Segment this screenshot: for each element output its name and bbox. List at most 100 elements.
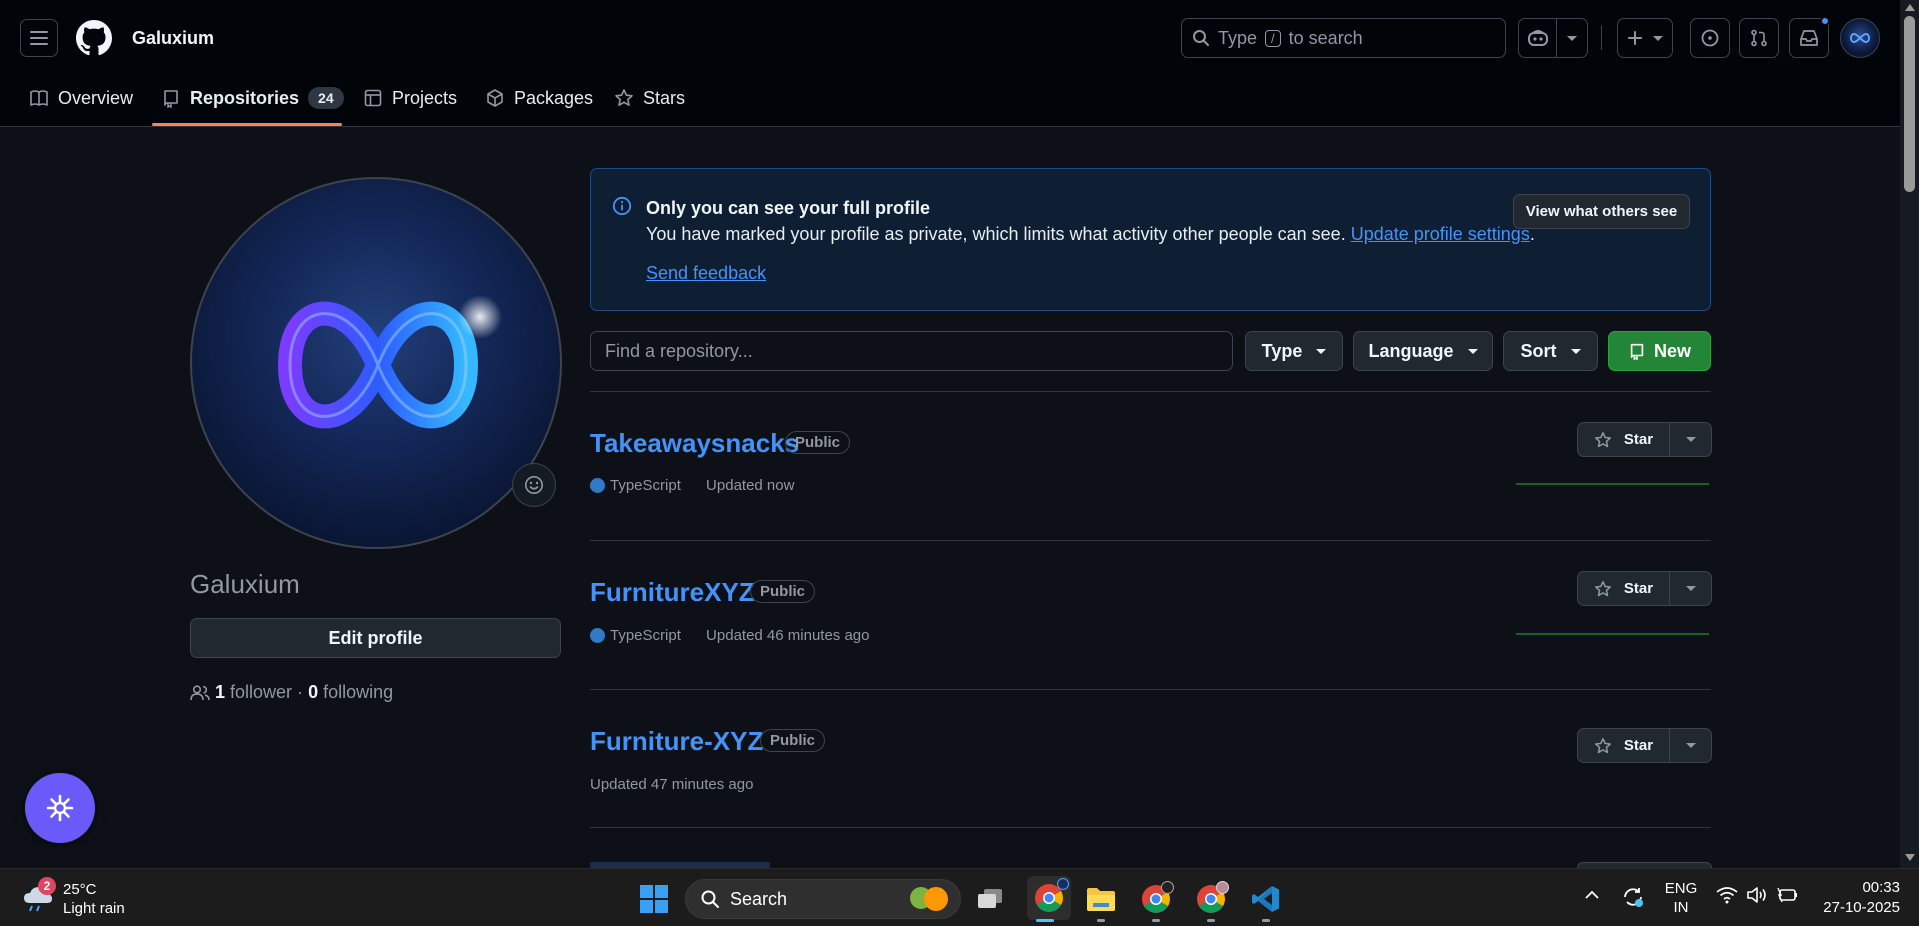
star-list-dropdown[interactable] [1670, 423, 1711, 456]
taskbar-chrome-2[interactable] [1138, 881, 1174, 917]
search-key-hint: / [1265, 29, 1281, 47]
update-profile-settings-link[interactable]: Update profile settings [1351, 224, 1530, 244]
taskbar-search[interactable]: Search [685, 879, 961, 919]
show-hidden-icons-button[interactable] [1584, 889, 1600, 901]
tab-packages-label: Packages [514, 87, 594, 108]
vscode-icon [1252, 886, 1279, 912]
menu-button[interactable] [20, 19, 58, 57]
search-icon [1193, 30, 1209, 46]
star-button[interactable]: Star [1578, 423, 1670, 456]
profile-name: Galuxium [190, 569, 300, 599]
tab-overview-label: Overview [58, 87, 134, 108]
star-button[interactable]: Star [1578, 572, 1670, 605]
taskbar-chrome-active[interactable] [1027, 876, 1071, 920]
star-label: Star [1623, 580, 1654, 597]
windows-logo-icon [640, 885, 668, 913]
sort-button[interactable]: Sort [1503, 331, 1598, 371]
create-new-button[interactable] [1617, 18, 1673, 58]
inbox-icon [1800, 30, 1818, 46]
following-count: 0 [308, 682, 319, 702]
task-view-button[interactable] [972, 881, 1008, 917]
star-button[interactable]: Star [1578, 729, 1670, 762]
edit-profile-button[interactable]: Edit profile [190, 618, 561, 658]
floating-assistant-button[interactable] [25, 773, 95, 843]
taskbar-file-explorer[interactable] [1083, 881, 1119, 917]
star-icon [615, 89, 633, 106]
header-username[interactable]: Galuxium [132, 28, 214, 49]
quick-settings-button[interactable] [1716, 886, 1798, 904]
type-filter-button[interactable]: Type [1245, 331, 1343, 371]
tab-projects[interactable]: Projects [363, 80, 457, 116]
tab-repositories-label: Repositories [190, 87, 300, 108]
new-repository-label: New [1653, 340, 1691, 361]
open-app-indicator [1262, 919, 1270, 922]
language-filter-button[interactable]: Language [1353, 331, 1493, 371]
clock[interactable]: 00:33 27-10-2025 [1808, 878, 1900, 918]
weather-badge: 2 [38, 877, 56, 895]
task-view-icon [978, 889, 1002, 908]
info-icon [612, 196, 632, 216]
divider [590, 827, 1711, 828]
scrollbar-thumb[interactable] [1904, 16, 1915, 192]
git-pull-request-icon [1751, 29, 1767, 47]
scroll-down-arrow[interactable] [1905, 854, 1915, 861]
profile-badge-icon [1161, 881, 1174, 894]
input-language-button[interactable]: ENG IN [1664, 879, 1698, 917]
clock-time: 00:33 [1862, 879, 1900, 896]
search-prefix: Type [1218, 27, 1258, 48]
active-app-indicator [1036, 919, 1054, 922]
start-button[interactable] [636, 881, 672, 917]
tab-overview[interactable]: Overview [29, 80, 133, 116]
copilot-button[interactable] [1518, 18, 1588, 58]
profile-badge-icon [1216, 881, 1229, 894]
star-icon [1594, 431, 1611, 447]
issues-button[interactable] [1690, 18, 1730, 58]
send-feedback-link[interactable]: Send feedback [646, 263, 766, 284]
chevron-down-icon[interactable] [1557, 35, 1587, 41]
chevron-down-icon [1653, 35, 1663, 41]
search-input[interactable]: Type / to search [1181, 18, 1506, 58]
chevron-down-icon [1685, 586, 1696, 591]
find-repository-input[interactable]: Find a repository... [590, 331, 1233, 371]
issue-opened-icon [1701, 29, 1719, 47]
repo-updated: Updated now [706, 477, 795, 494]
taskbar-vscode[interactable] [1248, 881, 1284, 917]
book-icon [30, 90, 48, 106]
following-link[interactable]: 0 following [308, 682, 393, 703]
avatar[interactable] [1840, 18, 1880, 58]
hamburger-icon [30, 31, 48, 45]
star-icon [1594, 580, 1611, 596]
repo-name-link[interactable]: Takeawaysnacks [590, 428, 799, 459]
star-list-dropdown[interactable] [1670, 729, 1711, 762]
scroll-up-arrow[interactable] [1905, 4, 1915, 11]
taskbar-search-label: Search [730, 888, 788, 909]
pull-requests-button[interactable] [1739, 18, 1779, 58]
profile-avatar[interactable] [190, 177, 562, 549]
followers-link[interactable]: 1 follower [215, 682, 292, 703]
repo-name-link[interactable]: FurnitureXYZ [590, 577, 755, 608]
view-what-others-see-button[interactable]: View what others see [1513, 194, 1690, 229]
weather-widget[interactable]: 2 25°C Light rain [20, 877, 140, 919]
copilot-icon [1519, 19, 1557, 57]
divider [590, 391, 1711, 392]
repo-meta: Updated 47 minutes ago [590, 776, 753, 793]
tab-packages[interactable]: Packages [485, 80, 593, 116]
star-button-group: Star [1577, 571, 1712, 606]
tab-repositories[interactable]: Repositories 24 [161, 80, 344, 116]
clock-date: 27-10-2025 [1823, 899, 1900, 916]
sparkle-icon [46, 794, 74, 822]
open-app-indicator [1207, 919, 1215, 922]
folder-icon [1087, 888, 1115, 911]
taskbar-chrome-3[interactable] [1193, 881, 1229, 917]
sync-status-icon[interactable] [1621, 885, 1645, 909]
repo-name-link[interactable]: Furniture-XYZ [590, 726, 763, 757]
set-status-button[interactable] [512, 463, 556, 507]
page-scrollbar[interactable] [1900, 0, 1919, 868]
search-highlight-icon [910, 887, 948, 911]
new-repository-button[interactable]: New [1608, 331, 1711, 371]
star-button-group: Star [1577, 422, 1712, 457]
star-list-dropdown[interactable] [1670, 572, 1711, 605]
language-code: ENG [1664, 880, 1698, 897]
github-logo-icon[interactable] [76, 20, 112, 56]
tab-stars[interactable]: Stars [614, 80, 685, 116]
